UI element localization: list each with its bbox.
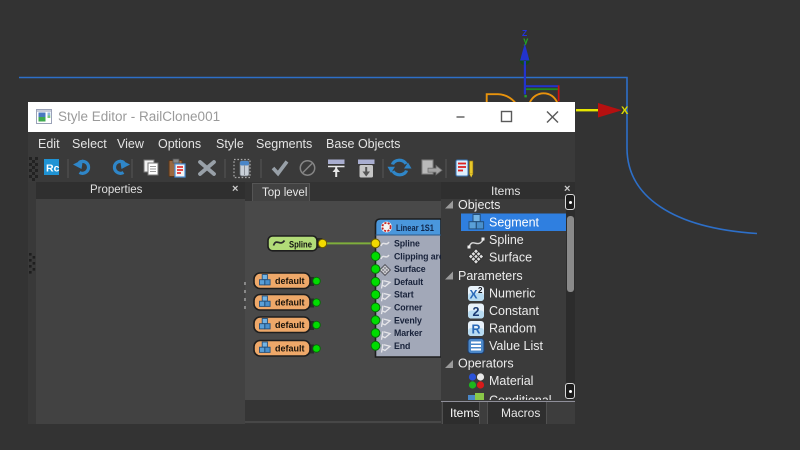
- svg-text:Marker: Marker: [394, 328, 423, 338]
- svg-text:End: End: [394, 341, 410, 351]
- svg-text:y: y: [523, 36, 528, 46]
- svg-text:Value List: Value List: [489, 339, 543, 353]
- svg-text:default: default: [275, 344, 305, 354]
- svg-text:X: X: [621, 105, 629, 117]
- svg-text:Conditional: Conditional: [489, 394, 552, 401]
- svg-text:default: default: [275, 320, 305, 330]
- svg-text:Rc: Rc: [46, 163, 60, 175]
- svg-text:Random: Random: [489, 322, 536, 336]
- svg-text:Clipping area: Clipping area: [394, 251, 441, 261]
- svg-text:Spline: Spline: [394, 239, 420, 249]
- svg-text:R: R: [472, 323, 481, 337]
- svg-text:Segment: Segment: [489, 216, 540, 230]
- svg-text:2: 2: [473, 305, 480, 319]
- svg-text:Parameters: Parameters: [458, 269, 523, 283]
- svg-text:Material: Material: [489, 374, 533, 388]
- svg-text:Surface: Surface: [489, 251, 532, 265]
- svg-text:Spline: Spline: [489, 233, 524, 247]
- svg-text:Linear 1S1: Linear 1S1: [396, 223, 434, 233]
- svg-text:Objects: Objects: [458, 199, 500, 212]
- svg-text:Operators: Operators: [458, 357, 514, 371]
- svg-text:Corner: Corner: [394, 303, 423, 313]
- svg-text:Default: Default: [394, 277, 423, 287]
- svg-text:2: 2: [478, 286, 483, 295]
- svg-text:X: X: [470, 288, 478, 302]
- svg-text:Numeric: Numeric: [489, 287, 536, 301]
- svg-text:default: default: [275, 298, 305, 308]
- svg-text:Constant: Constant: [489, 304, 540, 318]
- svg-text:Start: Start: [394, 290, 414, 300]
- svg-text:Spline: Spline: [289, 239, 312, 249]
- svg-text:Evenly: Evenly: [394, 315, 422, 325]
- svg-text:Surface: Surface: [394, 264, 426, 274]
- svg-text:default: default: [275, 276, 305, 286]
